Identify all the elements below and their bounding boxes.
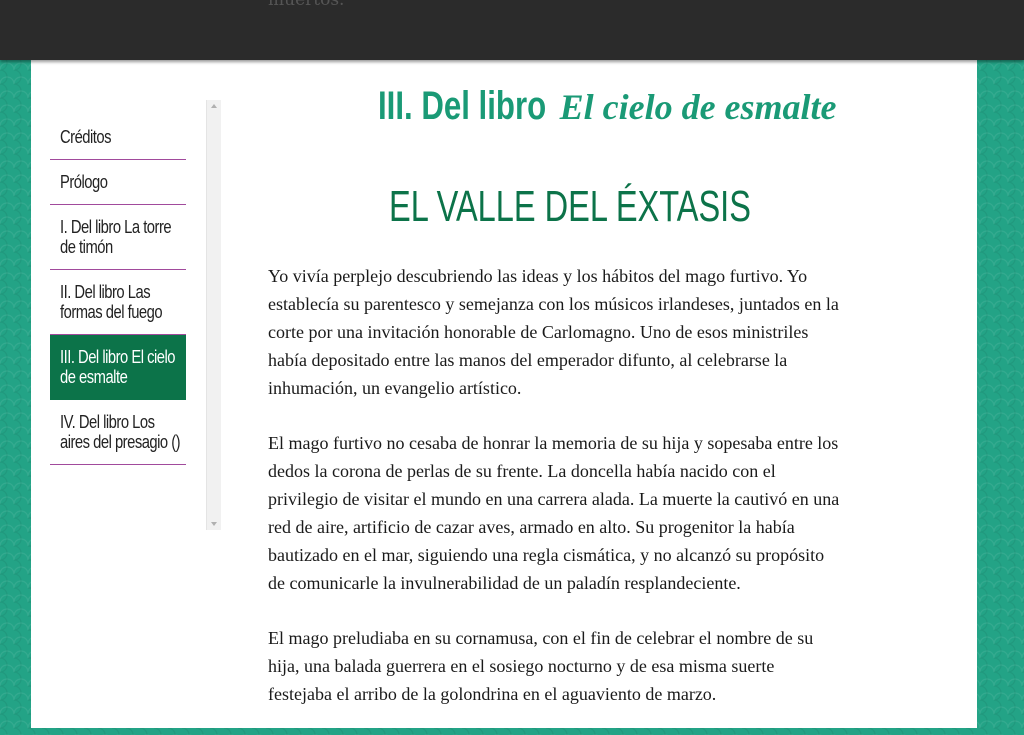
- chapter-lead: III. Del libro: [378, 84, 547, 128]
- section-title: EL VALLE DEL ÉXTASIS: [389, 182, 751, 231]
- toc-item-libro-1[interactable]: I. Del libro La torre de timón: [50, 205, 186, 270]
- top-dark-overlay: muertos.: [0, 0, 1024, 60]
- chapter-text: Yo vivía perplejo descubriendo las ideas…: [268, 262, 840, 735]
- sidebar-scrollbar[interactable]: [206, 100, 221, 530]
- toc-item-libro-4[interactable]: IV. Del libro Los aires del presagio (): [50, 400, 186, 465]
- table-of-contents: Créditos Prólogo I. Del libro La torre d…: [50, 115, 186, 465]
- paragraph: El mago preludiaba en su cornamusa, con …: [268, 628, 814, 704]
- toc-item-libro-2[interactable]: II. Del libro Las formas del fuego: [50, 270, 186, 335]
- toc-item-label: II. Del libro Las formas del fuego: [60, 282, 163, 322]
- scroll-up-arrow-icon[interactable]: [211, 104, 217, 108]
- toc-item-label: Créditos: [60, 127, 112, 147]
- chapter-heading: III. Del libro El cielo de esmalte: [378, 84, 938, 129]
- toc-item-label: IV. Del libro Los aires del presagio (): [60, 412, 181, 452]
- toc-item-creditos[interactable]: Créditos: [50, 115, 186, 160]
- chapter-subtitle: El cielo de esmalte: [559, 87, 837, 127]
- paragraph: Yo vivía perplejo descubriendo las ideas…: [268, 266, 839, 398]
- toc-item-prologo[interactable]: Prólogo: [50, 160, 186, 205]
- toc-item-label: Prólogo: [60, 172, 108, 192]
- toc-item-label: I. Del libro La torre de timón: [60, 217, 172, 257]
- toc-item-libro-3-active[interactable]: III. Del libro El cielo de esmalte: [50, 335, 186, 400]
- toc-item-label: III. Del libro El cielo de esmalte: [60, 347, 176, 387]
- paragraph: El mago furtivo no cesaba de honrar la m…: [268, 433, 840, 593]
- scroll-down-arrow-icon[interactable]: [211, 522, 217, 526]
- overlay-text: muertos.: [268, 0, 345, 10]
- page: Créditos Prólogo I. Del libro La torre d…: [31, 0, 977, 728]
